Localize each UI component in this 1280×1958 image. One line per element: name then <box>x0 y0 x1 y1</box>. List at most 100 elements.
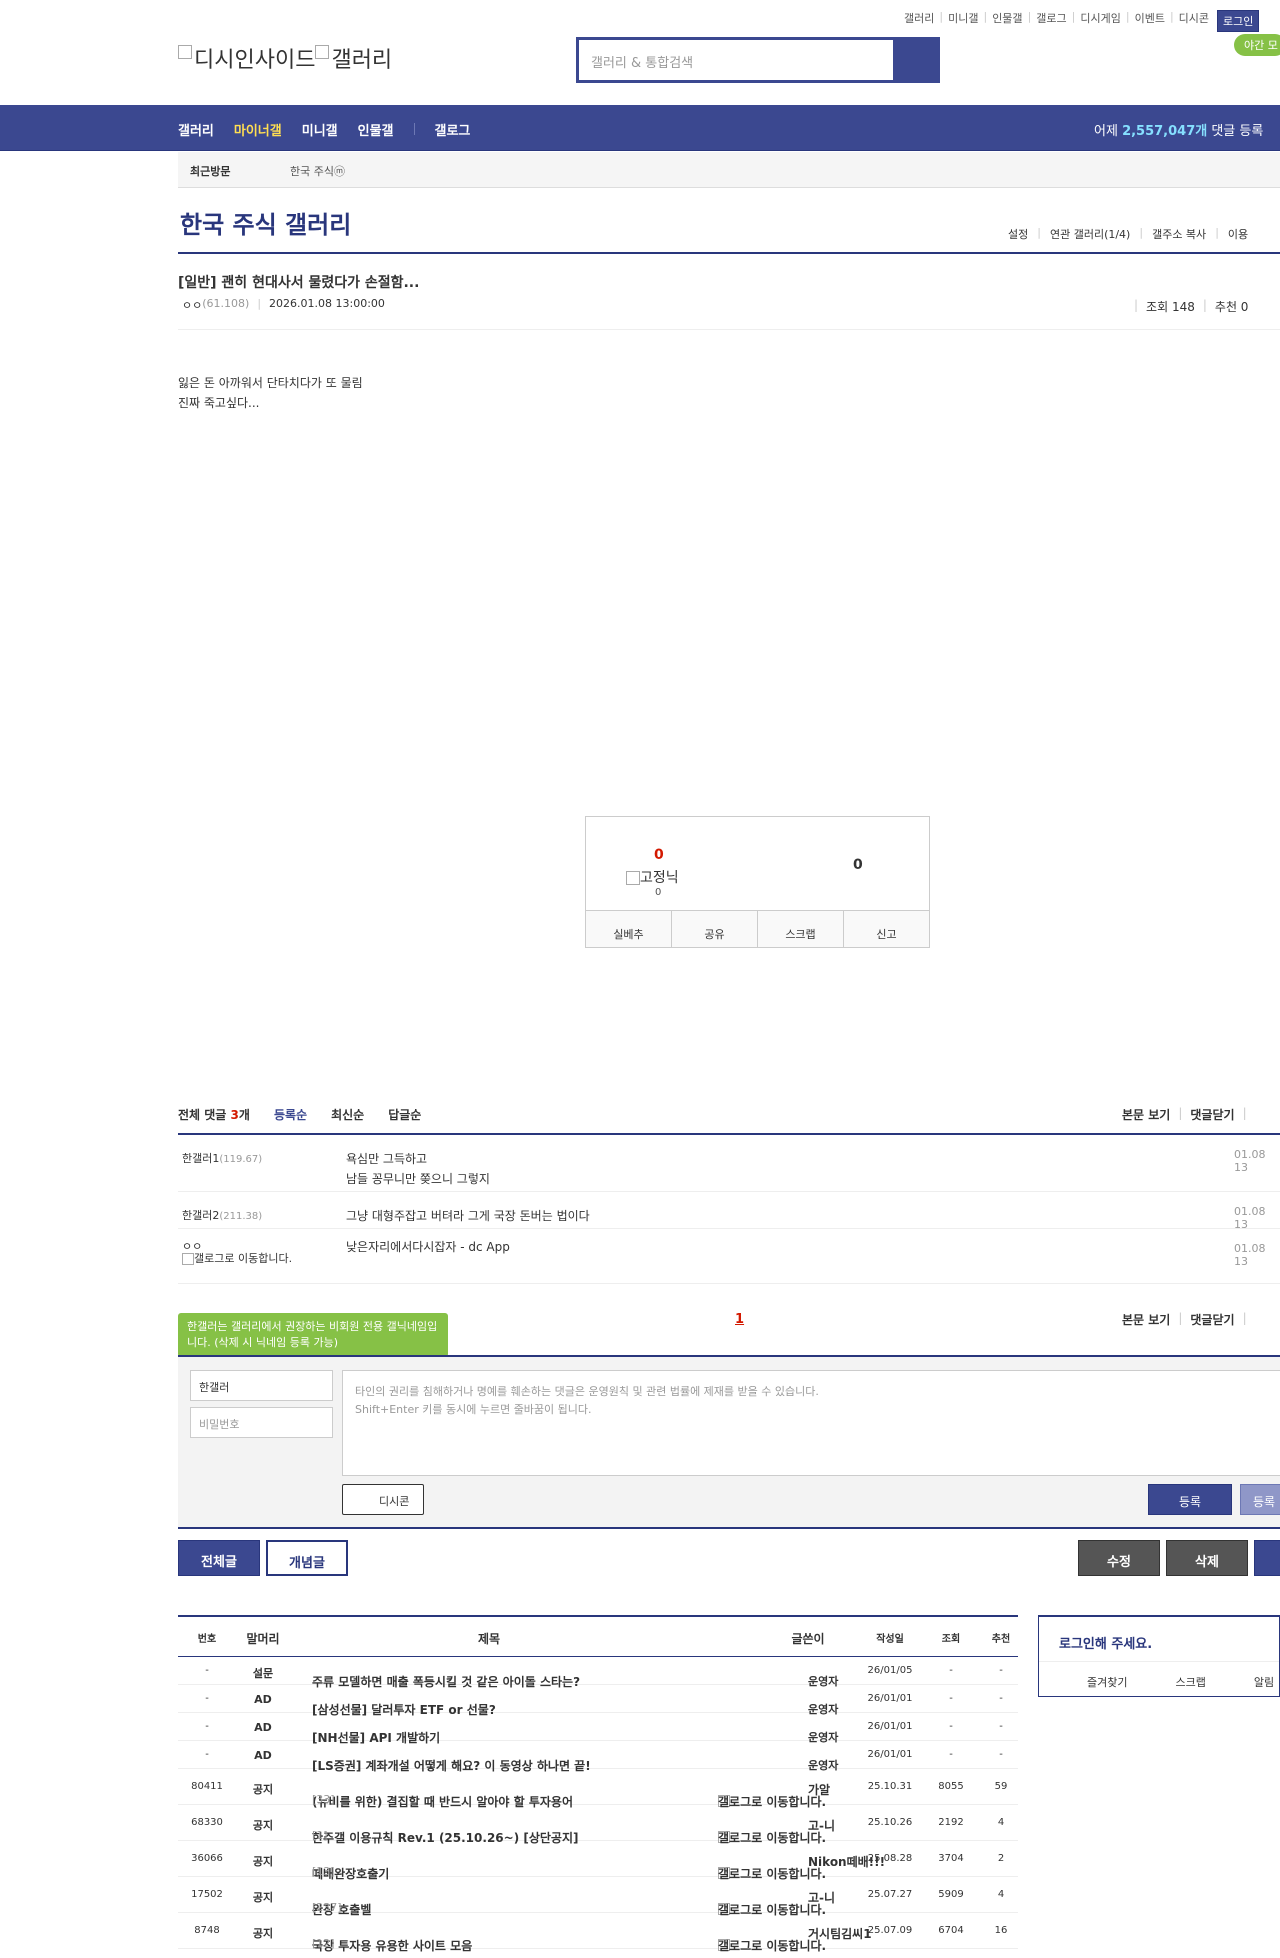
row-head: 공지 <box>252 1891 274 1904</box>
alerts-link[interactable]: 알림 <box>1254 1674 1274 1697</box>
post-stats: | 조회 148 | 추천 0 <box>1134 298 1249 314</box>
nav-person[interactable]: 인물갤 <box>358 120 394 139</box>
dccon-button[interactable]: 디시콘 <box>342 1484 424 1515</box>
table-row[interactable]: 36066 공지 떼배완장호출기 [13] Nikon떼배!!! 갤로그로 이동합니다.… <box>178 1841 1018 1881</box>
nick-field[interactable]: 한갤러 <box>190 1370 333 1401</box>
edit-button[interactable]: 수정 <box>1078 1540 1160 1576</box>
all-posts-button[interactable]: 전체글 <box>178 1540 260 1576</box>
related-galleries[interactable]: 연관 갤러리(1/4) <box>1050 226 1130 242</box>
login-button[interactable]: 로그인 <box>1217 10 1260 32</box>
write-button[interactable]: 글 <box>1254 1540 1280 1576</box>
board-buttons: 전체글 개념글 수정 삭제 글 <box>178 1540 1280 1576</box>
sort-registered[interactable]: 등록순 <box>274 1106 307 1123</box>
hot-posts-button[interactable]: 개념글 <box>266 1540 348 1576</box>
comment-page-1[interactable]: 1 <box>735 1312 744 1327</box>
row-date: 25.07.27 <box>867 1889 913 1900</box>
night-mode-toggle[interactable]: 야간 모 <box>1234 34 1280 56</box>
row-recommends: - <box>999 1665 1003 1676</box>
table-row[interactable]: 17502 공지 완장 호출벨 [237] 고-니 갤로그로 이동합니다. 25.07.2… <box>178 1877 1018 1917</box>
table-row[interactable]: 8748 공지 국장 투자용 유용한 사이트 모음 [12] 거시팀김씨1 갤로그로 이… <box>178 1913 1018 1953</box>
row-head: AD <box>254 1721 272 1734</box>
upvote-count[interactable]: 0 <box>654 847 664 863</box>
gallery-title[interactable]: 한국 주식 갤러리 <box>180 205 351 240</box>
toplink-mini[interactable]: 미니갤 <box>948 10 978 32</box>
toplink-gallog[interactable]: 갤로그 <box>1036 10 1066 32</box>
view-body-link[interactable]: 본문 보기 <box>1122 1106 1170 1123</box>
search-button[interactable] <box>893 40 937 80</box>
close-comments-link[interactable]: 댓글닫기 <box>1190 1106 1234 1123</box>
comments-header: 전체 댓글 3개 등록순 최신순 답글순 본문 보기 | 댓글닫기 | <box>178 1106 1247 1123</box>
recent-visit-label[interactable]: 최근방문 <box>190 163 230 179</box>
row-number: 68330 <box>191 1817 223 1828</box>
nav-gallog[interactable]: 갤로그 <box>435 120 471 139</box>
nav-gallery[interactable]: 갤러리 <box>178 120 214 139</box>
password-field[interactable]: 비밀번호 <box>190 1407 333 1438</box>
gallog-link[interactable]: 갤로그로 이동합니다. <box>182 1252 312 1265</box>
row-recommends: 16 <box>994 1925 1008 1936</box>
row-date: 25.07.09 <box>867 1925 913 1936</box>
gallery-settings[interactable]: 설정 <box>1008 226 1028 242</box>
table-row[interactable]: 68330 공지 한주갤 이용규칙 Rev.1 (25.10.26~) [상단공지]… <box>178 1805 1018 1845</box>
comment-text: 낮은자리에서다시잡자 - dc App <box>346 1240 510 1254</box>
comment-row: 한갤러2(211.38) 그냥 대형주잡고 버텨라 그게 국장 돈버는 법이다 … <box>178 1193 1280 1231</box>
row-recommends: 59 <box>994 1781 1008 1792</box>
scrap-button[interactable]: 스크랩 <box>758 911 844 947</box>
login-prompt[interactable]: 로그인해 주세요. <box>1059 1633 1152 1652</box>
recent-visit-bar: 최근방문 한국 주식ⓜ <box>178 152 1280 188</box>
table-row[interactable]: - AD [NH선물] API 개발하기 운영자 26/01/01- - <box>178 1713 1018 1745</box>
sort-latest[interactable]: 최신순 <box>331 1106 364 1123</box>
downvote-count[interactable]: 0 <box>853 857 863 873</box>
table-row[interactable]: - 설문 주류 모델하면 매출 폭등시킬 것 같은 아이돌 스타는? 운영자 26/0… <box>178 1657 1018 1689</box>
row-date: 25.10.31 <box>867 1781 913 1792</box>
toplink-event[interactable]: 이벤트 <box>1135 10 1165 32</box>
favorites-link[interactable]: 즐겨찾기 <box>1087 1674 1127 1697</box>
comment-nick[interactable]: 한갤러2(211.38) <box>182 1207 262 1223</box>
close-comments-link[interactable]: 댓글닫기 <box>1190 1311 1234 1328</box>
post-body-line: 잃은 돈 아까워서 단타치다가 또 물림 <box>178 376 363 390</box>
comment-textarea[interactable]: 타인의 권리를 침해하거나 명예를 훼손하는 댓글은 운영원칙 및 관련 법률에… <box>342 1370 1280 1476</box>
post-author-ip: (61.108) <box>202 297 250 310</box>
nav-mini[interactable]: 미니갤 <box>302 120 338 139</box>
share-button[interactable]: 공유 <box>672 911 758 947</box>
search-input[interactable]: 갤러리 & 통합검색 <box>579 40 893 80</box>
sort-replies[interactable]: 답글순 <box>388 1106 421 1123</box>
submit-comment-button[interactable]: 등록 <box>1148 1484 1232 1515</box>
post-title: [일반] 괜히 현대사서 물렸다가 손절함... <box>178 275 420 291</box>
divider <box>178 252 1280 254</box>
copy-gallery-url[interactable]: 갤주소 복사 <box>1152 226 1206 242</box>
gallery-usage[interactable]: 이용 <box>1228 226 1248 242</box>
recent-visit-item[interactable]: 한국 주식ⓜ <box>290 163 345 179</box>
broken-image-icon <box>182 1253 194 1265</box>
row-reply-count[interactable]: [12] <box>312 1937 335 1950</box>
post-author[interactable]: ㅇㅇ <box>182 297 202 313</box>
comment-stat: 어제 2,557,047개 댓글 등록 <box>1094 124 1264 139</box>
post-recommends: 추천 0 <box>1214 300 1249 314</box>
table-row[interactable]: 80411 공지 (뉴비를 위한) 결집할 때 반드시 알아야 할 투자용어 [33… <box>178 1769 1018 1809</box>
toplink-person[interactable]: 인물갤 <box>992 10 1022 32</box>
best-recommend-button[interactable]: 실베추 <box>586 911 672 947</box>
row-head: AD <box>254 1693 272 1706</box>
toplink-dccon[interactable]: 디시콘 <box>1179 10 1209 32</box>
site-logo[interactable]: 디시인사이드 갤러리 <box>178 42 392 74</box>
toplink-gallery[interactable]: 갤러리 <box>904 10 934 32</box>
table-row[interactable]: - AD [LS증권] 계좌개설 어떻게 해요? 이 동영상 하나면 끝! 운영자 2… <box>178 1741 1018 1773</box>
row-number: 17502 <box>191 1889 223 1900</box>
logo-alt-text-gallery: 갤러리 <box>331 48 393 73</box>
search-box: 갤러리 & 통합검색 <box>576 37 940 83</box>
toplink-dcgame[interactable]: 디시게임 <box>1080 10 1120 32</box>
nav-minor[interactable]: 마이너갤 <box>234 120 282 139</box>
col-title: 제목 <box>478 1632 501 1646</box>
view-body-link[interactable]: 본문 보기 <box>1122 1311 1170 1328</box>
post-body: 잃은 돈 아까워서 단타치다가 또 물림 진짜 죽고싶다... <box>178 373 363 413</box>
scrap-link[interactable]: 스크랩 <box>1175 1674 1205 1697</box>
row-date: 26/01/01 <box>867 1721 913 1732</box>
report-button[interactable]: 신고 <box>844 911 929 947</box>
table-row[interactable]: - AD [삼성선물] 달러투자 ETF or 선물? 운영자 26/01/01- - <box>178 1685 1018 1717</box>
post-views: 조회 148 <box>1146 300 1195 314</box>
fixed-nick-upvote: 고정닉 <box>626 867 679 887</box>
divider <box>178 1133 1280 1135</box>
submit-with-dccon-button[interactable]: 등록 <box>1240 1484 1280 1515</box>
delete-button[interactable]: 삭제 <box>1166 1540 1248 1576</box>
row-number: 36066 <box>191 1853 223 1864</box>
comment-nick[interactable]: 한갤러1(119.67) <box>182 1150 262 1166</box>
